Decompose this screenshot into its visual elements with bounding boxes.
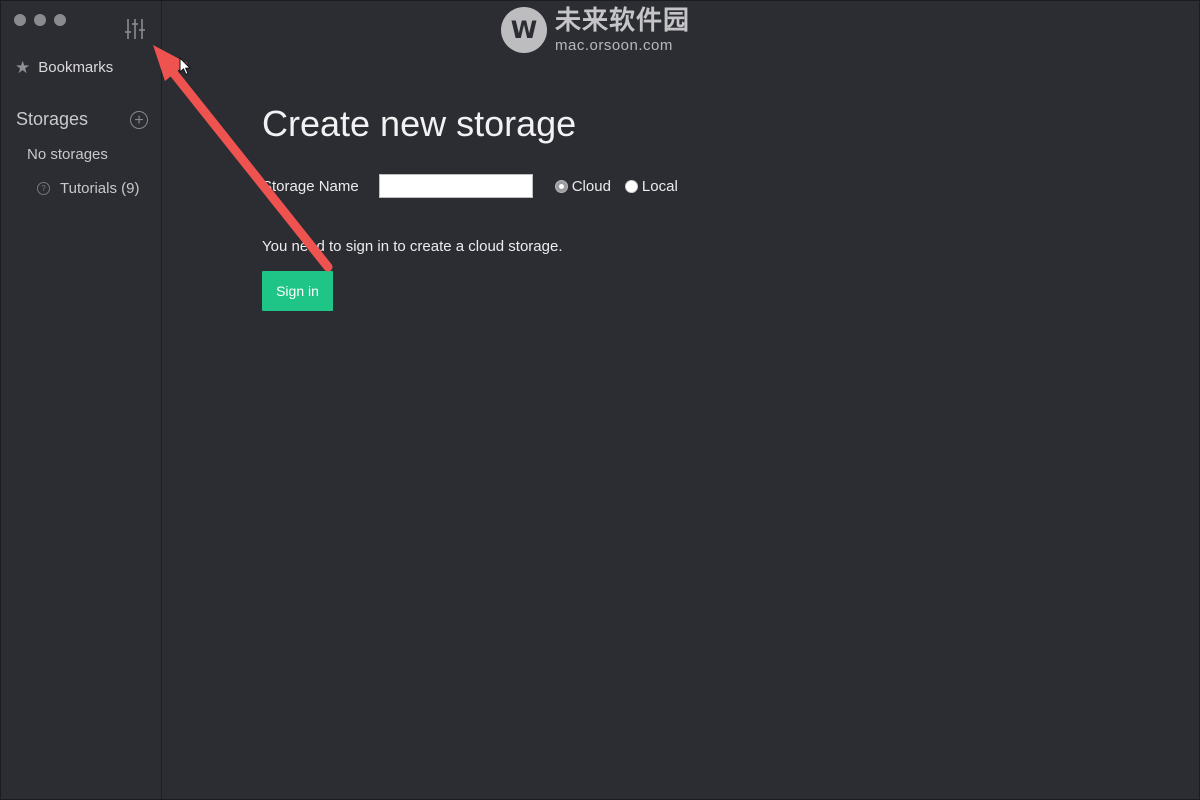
- sliders-icon: [125, 19, 145, 39]
- sidebar-item-tutorials[interactable]: ? Tutorials (9): [37, 180, 139, 197]
- watermark-logo-letter: W: [510, 16, 538, 44]
- zoom-window-button[interactable]: [54, 14, 66, 26]
- annotation-overlay: [153, 45, 333, 272]
- radio-cloud-label: Cloud: [571, 177, 611, 195]
- radio-local[interactable]: Local: [624, 177, 678, 195]
- plus-circle-icon: +: [134, 111, 144, 129]
- star-icon: ★: [15, 58, 31, 77]
- sign-in-button[interactable]: Sign in: [262, 271, 333, 311]
- watermark-chinese: 未来软件园: [555, 5, 691, 36]
- sidebar-item-label: Tutorials (9): [60, 180, 140, 197]
- radio-local-label: Local: [641, 177, 678, 195]
- watermark: W 未来软件园 mac.orsoon.com: [501, 7, 690, 53]
- sidebar: ★ Bookmarks Storages + No storages ? Tut…: [1, 1, 162, 799]
- radio-cloud[interactable]: Cloud: [554, 177, 611, 195]
- question-circle-icon: ?: [37, 182, 50, 195]
- watermark-logo: W: [501, 7, 547, 53]
- add-storage-button[interactable]: +: [130, 110, 148, 129]
- sidebar-item-label: Bookmarks: [38, 59, 114, 76]
- storages-header: Storages +: [16, 109, 148, 130]
- radio-local-indicator[interactable]: [624, 179, 638, 193]
- storages-title: Storages: [16, 109, 89, 129]
- sidebar-item-bookmarks[interactable]: ★ Bookmarks: [15, 59, 113, 76]
- page-title: Create new storage: [262, 103, 577, 144]
- signin-message: You need to sign in to create a cloud st…: [262, 238, 563, 255]
- storage-form-row: Storage Name Cloud Local: [262, 174, 692, 198]
- preferences-button[interactable]: [123, 17, 147, 41]
- mouse-cursor-icon: [179, 56, 192, 76]
- no-storages-text: No storages: [27, 146, 108, 163]
- watermark-url: mac.orsoon.com: [555, 36, 673, 54]
- app-window: ★ Bookmarks Storages + No storages ? Tut…: [0, 0, 1200, 800]
- close-window-button[interactable]: [14, 14, 26, 26]
- storage-name-input[interactable]: [378, 174, 533, 198]
- main-content: Create new storage Storage Name Cloud Lo…: [262, 101, 678, 311]
- minimize-window-button[interactable]: [34, 14, 46, 26]
- storage-name-label: Storage Name: [262, 177, 359, 195]
- watermark-text: 未来软件园 mac.orsoon.com: [555, 8, 690, 53]
- annotation-arrow: [159, 56, 333, 272]
- radio-cloud-indicator[interactable]: [554, 179, 568, 193]
- window-controls: [14, 14, 66, 26]
